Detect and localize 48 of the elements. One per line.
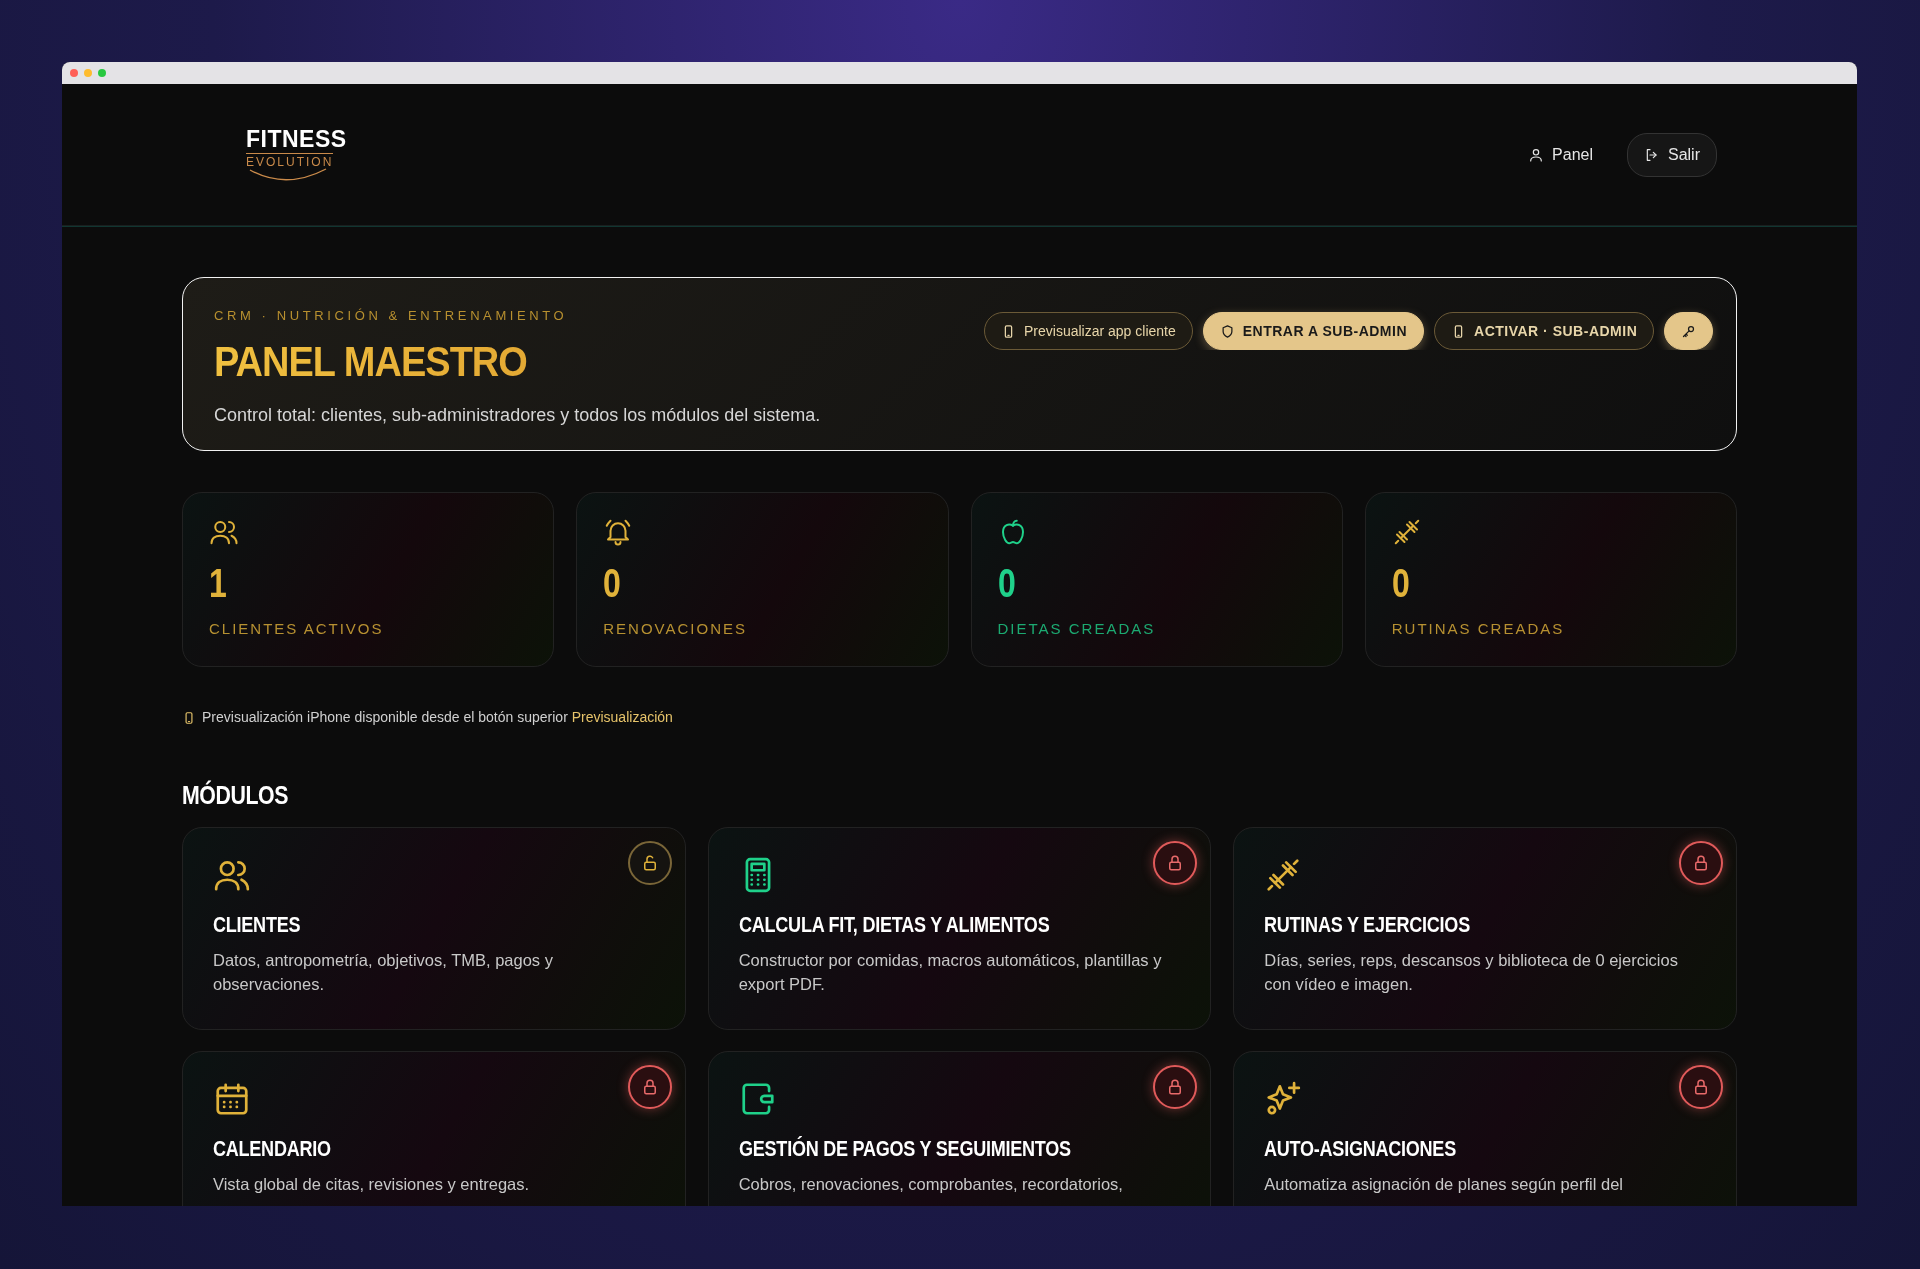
logout-button[interactable]: Salir: [1627, 132, 1717, 177]
stat-label: RENOVACIONES: [603, 619, 748, 639]
module-card[interactable]: CALCULA FIT, DIETAS Y ALIMENTOS Constructor por comidas, macros automáticos, plantillas y export PDF.: [707, 827, 1212, 1030]
preview-note: Previsualización iPhone disponible desde el botón superior Previsualización: [202, 708, 673, 727]
panel-link[interactable]: Panel: [1514, 134, 1607, 175]
module-title: CLIENTES: [213, 911, 301, 939]
action-button[interactable]: ENTRAR A SUB-ADMIN: [1202, 312, 1425, 350]
user-icon: [1528, 146, 1545, 163]
phone-icon: [182, 710, 196, 725]
minimize-dot-icon[interactable]: [84, 69, 92, 77]
action-button[interactable]: Previsualizar app cliente: [984, 312, 1193, 350]
module-title: RUTINAS Y EJERCICIOS: [1264, 911, 1471, 939]
logo-title: FITNESS: [246, 127, 347, 151]
module-title: AUTO-ASIGNACIONES: [1264, 1135, 1457, 1163]
page-subtitle: Control total: clientes, sub-administradores y todos los módulos del sistema.: [214, 403, 821, 427]
section-title: MÓDULOS: [182, 779, 289, 812]
stat-label: RUTINAS CREADAS: [1391, 619, 1566, 639]
eyebrow-text: CRM · NUTRICIÓN & ENTRENAMIENTO: [214, 307, 569, 325]
module-title: CALENDARIO: [213, 1135, 331, 1163]
zoom-dot-icon[interactable]: [98, 69, 106, 77]
lock-icon: [1692, 1078, 1710, 1096]
preview-link[interactable]: Previsualización: [571, 709, 673, 725]
lock-icon: [1692, 854, 1710, 872]
module-description: Cobros, renovaciones, comprobantes, recordatorios,: [738, 1174, 1124, 1195]
stat-label: CLIENTES ACTIVOS: [209, 619, 385, 639]
module-title: CALCULA FIT, DIETAS Y ALIMENTOS: [738, 911, 1050, 939]
stat-value: 0: [603, 563, 622, 603]
stat-value: 1: [209, 563, 227, 603]
action-button[interactable]: ACTIVAR · SUB-ADMIN: [1434, 312, 1655, 350]
module-card[interactable]: CALENDARIO Vista global de citas, revisiones y entregas.: [182, 1051, 686, 1206]
module-description: Automatiza asignación de planes según perfil del: [1264, 1174, 1624, 1195]
module-card[interactable]: RUTINAS Y EJERCICIOS Días, series, reps, descansos y biblioteca de 0 ejercicios con vídeo e imagen.: [1233, 827, 1737, 1030]
module-card[interactable]: GESTIÓN DE PAGOS Y SEGUIMIENTOS Cobros, renovaciones, comprobantes, recordatorios,: [707, 1051, 1212, 1206]
module-description: Vista global de citas, revisiones y entregas.: [213, 1174, 531, 1195]
module-description: Días, series, reps, descansos y biblioteca de 0 ejercicios con vídeo e imagen.: [1264, 950, 1679, 995]
action-button[interactable]: [1664, 312, 1714, 350]
shield-icon: [1219, 323, 1235, 339]
module-description: Datos, antropometría, objetivos, TMB, pagos y observaciones.: [213, 950, 554, 995]
module-description: Constructor por comidas, macros automáticos, plantillas y export PDF.: [738, 950, 1163, 995]
stat-value: 0: [997, 563, 1016, 603]
module-title: GESTIÓN DE PAGOS Y SEGUIMIENTOS: [738, 1135, 1071, 1163]
stat-label: DIETAS CREADAS: [997, 619, 1157, 639]
module-card[interactable]: CLIENTES Datos, antropometría, objetivos, TMB, pagos y observaciones.: [182, 827, 686, 1030]
logo-subtitle: EVOLUTION: [246, 152, 334, 168]
stat-value: 0: [1391, 563, 1410, 603]
module-card[interactable]: AUTO-ASIGNACIONES Automatiza asignación de planes según perfil del: [1233, 1051, 1737, 1206]
key-icon: [1681, 323, 1697, 339]
close-dot-icon[interactable]: [70, 69, 78, 77]
